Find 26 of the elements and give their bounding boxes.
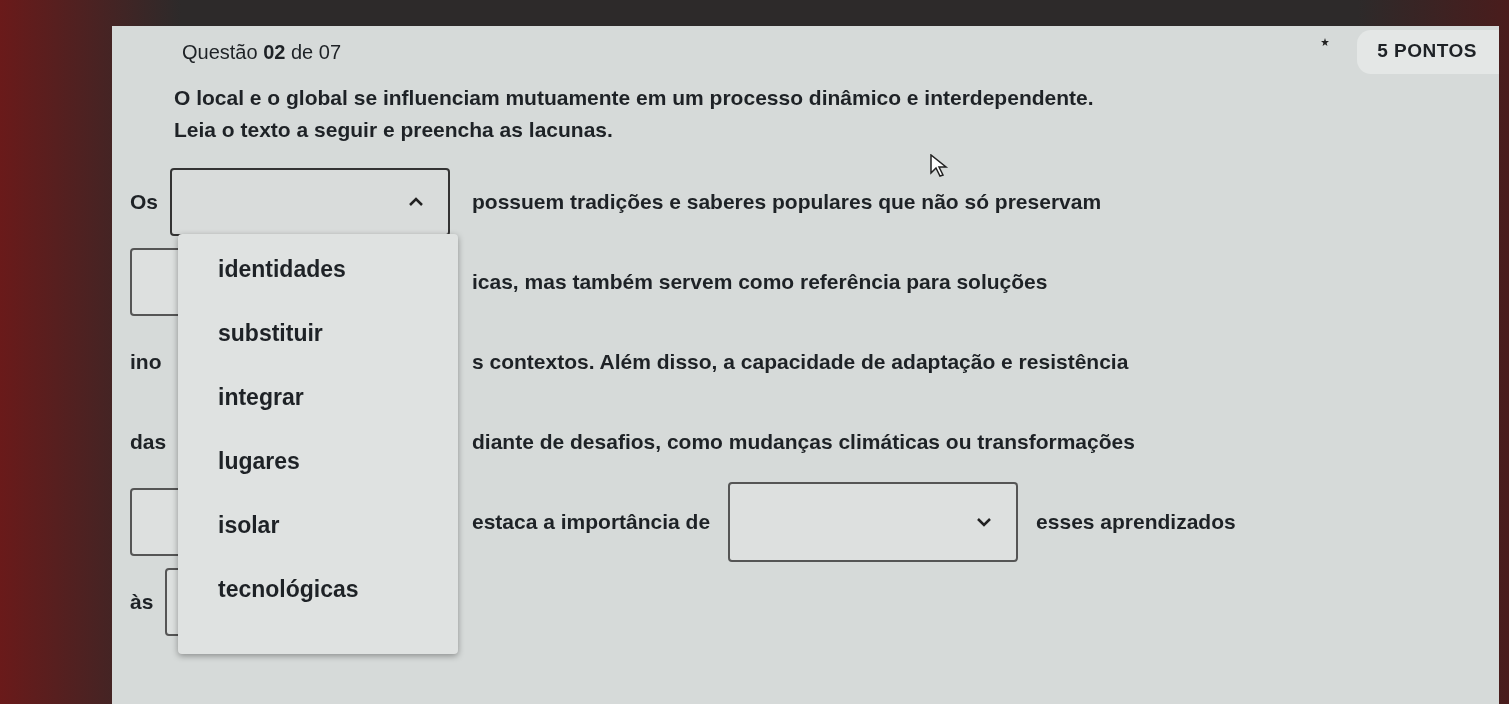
passage-text: Os: [130, 190, 158, 214]
dropdown-option[interactable]: isolar: [218, 512, 458, 550]
passage-text: s contextos. Além disso, a capacidade de adaptação e resistência: [472, 350, 1129, 374]
question-number: Questão 02 de 07: [182, 40, 342, 64]
chevron-icon: [976, 517, 993, 527]
passage-text: possuem tradições e saberes populares que não só preservam: [472, 190, 1102, 214]
dropdown-option[interactable]: integrar: [218, 384, 458, 422]
passage-text: estaca a importância de: [472, 510, 711, 534]
dropdown-option[interactable]: lugares: [218, 448, 458, 486]
cursor-icon: [930, 154, 950, 178]
passage-text: às: [130, 590, 154, 614]
passage-text: icas, mas também servem como referência para soluções: [472, 270, 1048, 294]
dropdown-option[interactable]: identidades: [218, 256, 458, 294]
blank-dropdown[interactable]: [728, 482, 1019, 562]
passage-text: diante de desafios, como mudanças climáticas ou transformações: [472, 430, 1135, 454]
dropdown-option[interactable]: tecnológicas: [218, 576, 458, 614]
blank-dropdown[interactable]: [170, 168, 450, 236]
instruction-text: Leia o texto a seguir e preencha as lacunas.: [174, 118, 614, 142]
passage-text: esses aprendizados: [1036, 510, 1236, 534]
dropdown-option[interactable]: substituir: [218, 320, 458, 358]
star-icon: [1321, 38, 1330, 46]
points-badge: 5 PONTOS: [1357, 30, 1499, 74]
passage-text: ino: [130, 350, 162, 374]
passage-text: das: [130, 430, 167, 454]
chevron-icon: [408, 197, 424, 207]
instruction-text: O local e o global se influenciam mutuamente em um processo dinâmico e interdependente.: [174, 86, 1095, 110]
